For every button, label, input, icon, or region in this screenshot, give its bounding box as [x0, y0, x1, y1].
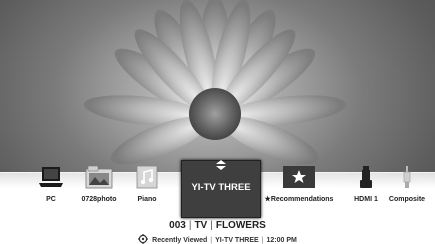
menu-item-hdmi1[interactable]: HDMI 1	[350, 165, 382, 204]
menu-item-label: Recommendations	[270, 196, 334, 203]
tv-home-screen: PC 0728photo Piano YI-TV THREE ★Recommen…	[0, 0, 435, 244]
menu-item-pc[interactable]: PC	[34, 165, 68, 204]
music-file-icon	[136, 165, 158, 189]
channel-number: 003	[169, 220, 186, 231]
recommendations-icon	[283, 166, 315, 188]
menu-item-label: Composite	[388, 196, 426, 203]
recently-viewed-label: Recently Viewed	[152, 237, 208, 244]
menu-item-label: HDMI 1	[354, 196, 378, 203]
selected-item-label: YI-TV THREE	[191, 182, 251, 193]
channel-info: 003 | TV | FLOWERS	[169, 220, 266, 231]
status-channel: YI-TV THREE	[215, 237, 259, 244]
menu-item-piano[interactable]: Piano	[131, 165, 163, 204]
menu-item-0728photo[interactable]: 0728photo	[78, 165, 120, 204]
status-line: Recently Viewed | YI-TV THREE | 12:00 PM	[0, 234, 435, 244]
menu-item-recommendations[interactable]: ★Recommendations	[264, 165, 334, 204]
composite-plug-icon	[403, 166, 411, 188]
menu-item-composite[interactable]: Composite	[385, 165, 429, 204]
recently-viewed-icon	[138, 234, 149, 244]
clock-time: 12:00 PM	[266, 237, 297, 244]
program-title: FLOWERS	[215, 220, 266, 231]
photo-folder-icon	[85, 165, 113, 189]
channel-source: TV	[194, 220, 208, 231]
menu-item-label: PC	[46, 196, 56, 203]
menu-item-label: 0728photo	[81, 196, 117, 203]
menu-item-label: Piano	[137, 196, 157, 203]
menu-item-selected-tv[interactable]: YI-TV THREE	[181, 160, 261, 218]
up-down-arrow-icon	[216, 160, 226, 170]
hdmi-icon	[360, 166, 372, 188]
laptop-icon	[39, 167, 63, 187]
